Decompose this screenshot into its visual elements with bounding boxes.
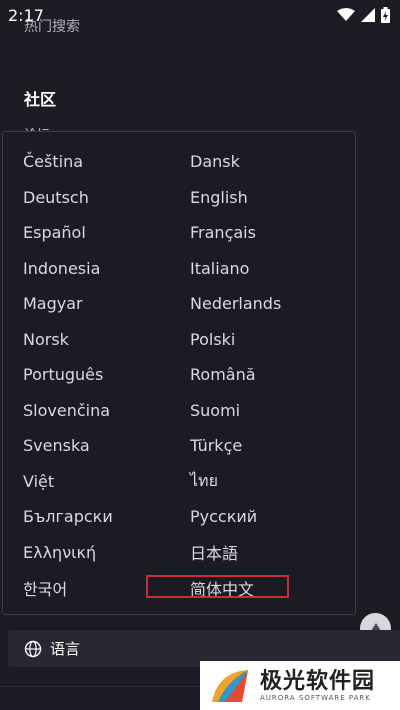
status-time: 2:17 — [8, 5, 44, 25]
language-option[interactable]: Română — [190, 357, 340, 393]
battery-charging-icon — [381, 7, 390, 23]
watermark-title: 极光软件园 — [260, 668, 376, 694]
status-bar: 2:17 — [0, 0, 400, 30]
language-option[interactable]: Dansk — [190, 144, 340, 180]
language-option[interactable]: Italiano — [190, 251, 340, 287]
language-option[interactable]: ไทย — [190, 464, 340, 500]
language-option[interactable]: 简体中文 — [190, 570, 340, 606]
language-option[interactable]: Indonesia — [23, 251, 190, 287]
language-option[interactable]: English — [190, 180, 340, 216]
language-option[interactable]: Magyar — [23, 286, 190, 322]
wifi-icon — [337, 8, 355, 21]
language-option[interactable]: Suomi — [190, 393, 340, 429]
language-option[interactable]: Български — [23, 499, 190, 535]
language-list: Čeština Dansk Deutsch English Español Françai… — [23, 144, 340, 606]
language-option[interactable]: Slovenčina — [23, 393, 190, 429]
language-option[interactable]: Türkçe — [190, 428, 340, 464]
watermark-logo: 极光软件园 AURORA SOFTWARE PARK — [200, 661, 400, 710]
aurora-logo-icon — [212, 669, 248, 702]
language-option[interactable]: Việt — [23, 464, 190, 500]
community-section-title: 社区 — [24, 90, 57, 109]
language-dropdown-menu: Čeština Dansk Deutsch English Español Françai… — [2, 131, 356, 615]
globe-icon — [24, 640, 42, 657]
language-option[interactable]: Čeština — [23, 144, 190, 180]
cell-signal-icon — [361, 8, 375, 22]
language-option[interactable]: Português — [23, 357, 190, 393]
language-option[interactable]: Norsk — [23, 322, 190, 358]
language-option[interactable]: Deutsch — [23, 180, 190, 216]
language-option[interactable]: Polski — [190, 322, 340, 358]
language-selector-label: 语言 — [50, 640, 81, 658]
language-option[interactable]: Svenska — [23, 428, 190, 464]
language-option[interactable]: 日本語 — [190, 535, 340, 571]
language-option[interactable]: Nederlands — [190, 286, 340, 322]
status-icons — [337, 7, 390, 23]
language-option[interactable]: 한국어 — [23, 570, 190, 606]
watermark-subtitle: AURORA SOFTWARE PARK — [260, 693, 371, 702]
language-option[interactable]: Français — [190, 215, 340, 251]
language-option[interactable]: Español — [23, 215, 190, 251]
language-option[interactable]: Русский — [190, 499, 340, 535]
language-option[interactable]: Ελληνική — [23, 535, 190, 571]
